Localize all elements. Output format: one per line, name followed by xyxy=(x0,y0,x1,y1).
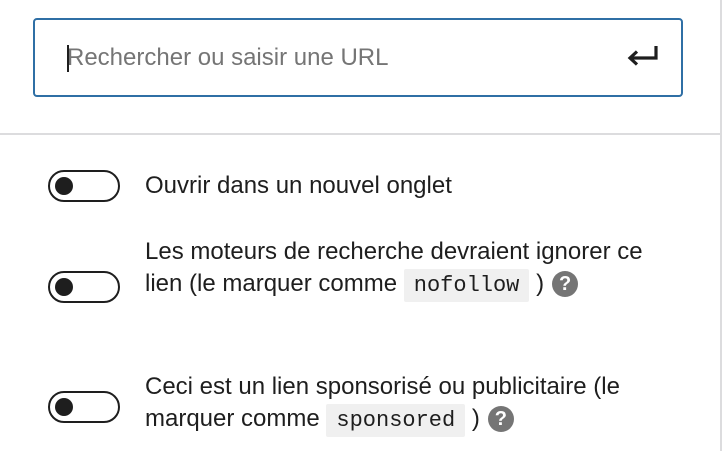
sponsored-label-suffix: ) xyxy=(471,405,480,432)
help-icon[interactable]: ? xyxy=(487,406,514,432)
sponsored-label: Ceci est un lien sponsorisé ou publicita… xyxy=(145,371,685,437)
submit-button[interactable] xyxy=(625,40,661,76)
toggle-knob xyxy=(55,398,73,416)
url-search-box[interactable] xyxy=(33,18,683,97)
nofollow-code: nofollow xyxy=(403,269,530,302)
nofollow-label: Les moteurs de recherche devraient ignor… xyxy=(145,236,685,302)
toggle-sponsored[interactable] xyxy=(48,391,120,423)
help-icon[interactable]: ? xyxy=(552,271,579,297)
toggle-knob xyxy=(55,278,73,296)
open-new-tab-label: Ouvrir dans un nouvel onglet xyxy=(145,172,452,199)
section-divider xyxy=(0,133,720,135)
toggle-open-new-tab[interactable] xyxy=(48,170,120,202)
text-caret xyxy=(67,45,69,72)
enter-arrow-icon xyxy=(626,44,660,73)
toggle-knob xyxy=(55,177,73,195)
url-search-input[interactable] xyxy=(67,20,607,95)
sponsored-code: sponsored xyxy=(326,404,466,437)
toggle-nofollow[interactable] xyxy=(48,271,120,303)
nofollow-label-suffix: ) xyxy=(536,270,545,297)
